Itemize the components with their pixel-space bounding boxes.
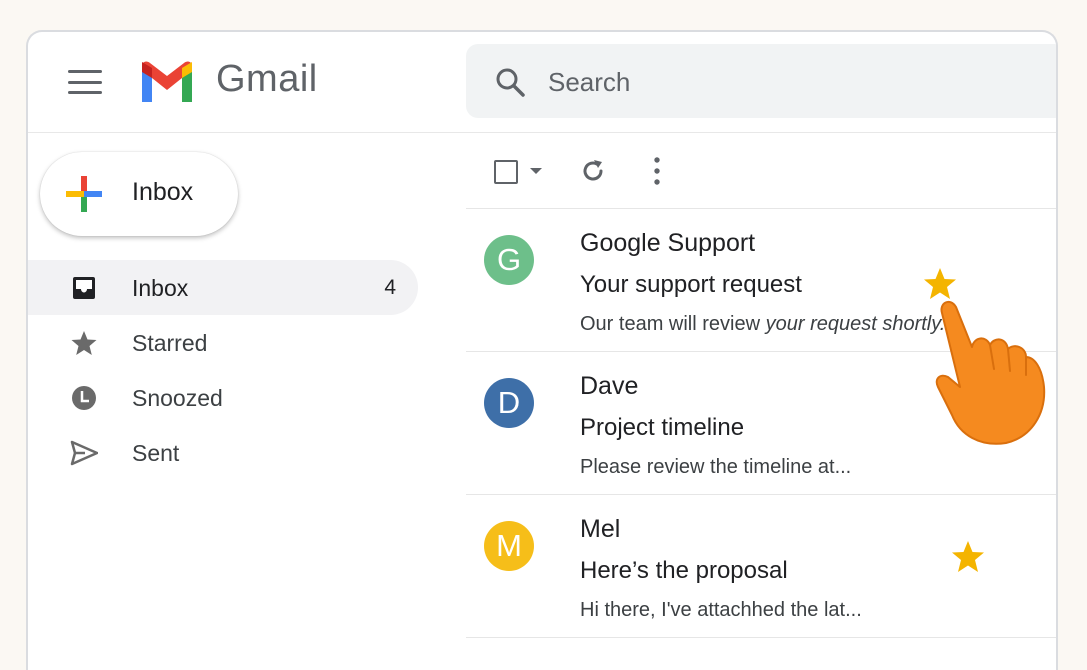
sidebar-item-label: Snoozed xyxy=(132,385,223,411)
send-icon xyxy=(70,440,98,466)
sidebar-item-label: Sent xyxy=(132,440,180,466)
email-sender: Mel xyxy=(580,515,621,543)
email-snippet: Hi there, I've attachhed the lat... xyxy=(580,599,862,621)
email-row[interactable]: D Dave Project timeline Please review th… xyxy=(466,352,1056,494)
email-sender: Dave xyxy=(580,372,639,400)
sidebar-item-label: Inbox xyxy=(132,275,189,301)
email-snippet: Our team will review your request shortl… xyxy=(580,313,951,336)
email-sender: Google Support xyxy=(580,229,756,257)
avatar: M xyxy=(484,521,534,571)
search-input[interactable] xyxy=(546,62,1030,102)
inbox-icon xyxy=(73,277,95,299)
star-icon[interactable] xyxy=(922,266,958,302)
refresh-icon[interactable] xyxy=(580,158,606,184)
main-menu-button[interactable] xyxy=(68,70,102,94)
sidebar-item-snoozed[interactable]: Snoozed xyxy=(28,370,418,425)
avatar: D xyxy=(484,378,534,428)
select-options-chevron-down-icon[interactable] xyxy=(530,168,542,174)
avatar: G xyxy=(484,235,534,285)
compose-label: Inbox xyxy=(132,178,194,206)
mail-toolbar xyxy=(466,132,1056,208)
email-subject: Your support request xyxy=(580,271,802,298)
hamburger-icon-bar xyxy=(68,80,102,84)
email-subject: Here’s the proposal xyxy=(580,557,788,584)
sidebar-item-starred[interactable]: Starred xyxy=(28,315,418,370)
email-row[interactable]: G Google Support Your support request Ou… xyxy=(466,209,1056,351)
search-icon[interactable] xyxy=(494,66,526,98)
hamburger-icon-bar xyxy=(68,91,102,94)
email-snippet: Please review the timeline at... xyxy=(580,456,852,478)
sidebar-item-sent[interactable]: Sent xyxy=(28,425,418,480)
search-bar[interactable] xyxy=(466,44,1056,118)
select-all-checkbox[interactable] xyxy=(494,160,518,184)
clock-icon xyxy=(72,386,96,410)
sidebar-nav: Inbox 4 Starred Snoozed Sent xyxy=(28,260,428,480)
sidebar-item-inbox[interactable]: Inbox 4 xyxy=(28,260,418,315)
compose-button[interactable]: Inbox xyxy=(40,152,238,236)
gmail-window: Gmail Inbox Inbox 4 xyxy=(26,30,1058,670)
email-snippet-part: your request shortly.. xyxy=(765,313,951,335)
inbox-unread-count: 4 xyxy=(384,276,396,299)
star-icon xyxy=(71,331,97,355)
list-divider xyxy=(466,637,1056,638)
email-subject: Project timeline xyxy=(580,414,745,441)
email-snippet-part: Our team will review xyxy=(580,313,766,335)
email-row[interactable]: M Mel Here’s the proposal Hi there, I've… xyxy=(466,495,1056,637)
gmail-logo-icon[interactable] xyxy=(138,60,196,104)
hamburger-icon-bar xyxy=(68,70,102,73)
plus-icon xyxy=(66,176,102,212)
more-options-icon[interactable] xyxy=(652,156,662,186)
star-icon[interactable] xyxy=(950,539,986,575)
app-title: Gmail xyxy=(216,58,318,100)
sidebar-item-label: Starred xyxy=(132,330,208,356)
